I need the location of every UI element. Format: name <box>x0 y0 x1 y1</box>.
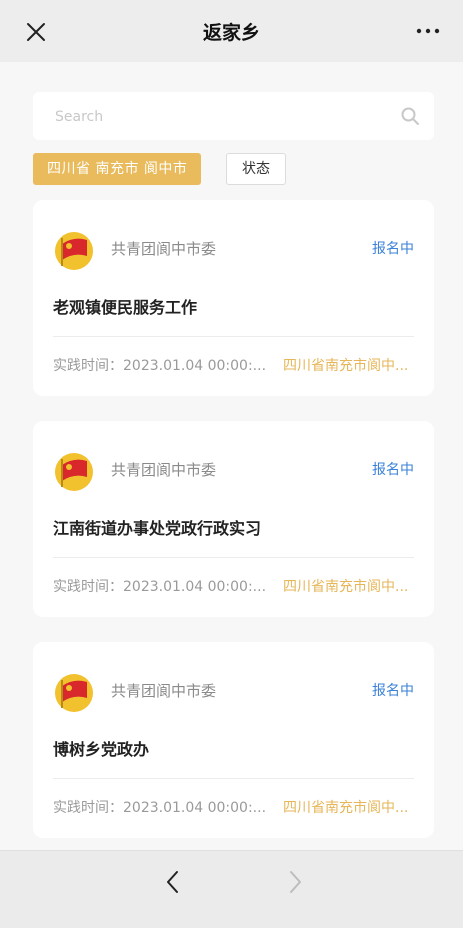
practice-time: 实践时间：2023.01.04 00:00:... <box>53 579 267 595</box>
youth-league-logo-icon <box>55 453 93 491</box>
youth-league-logo-icon <box>55 674 93 712</box>
organization-name: 共青团阆中市委 <box>111 240 217 258</box>
page-title: 返家乡 <box>202 22 260 44</box>
practice-time: 实践时间：2023.01.04 00:00:... <box>53 358 267 374</box>
status-badge: 报名中 <box>372 241 414 257</box>
activity-location: 四川省南充市阆中... <box>283 579 409 595</box>
activity-card[interactable]: 共青团阆中市委 报名中 江南街道办事处党政行政实习 实践时间：2023.01.0… <box>33 421 434 617</box>
youth-league-logo-icon <box>55 232 93 270</box>
activity-location: 四川省南充市阆中... <box>283 800 409 816</box>
activity-location: 四川省南充市阆中... <box>283 358 409 374</box>
chevron-left-icon[interactable] <box>162 869 184 895</box>
organization-name: 共青团阆中市委 <box>111 461 217 479</box>
activity-card[interactable]: 共青团阆中市委 报名中 博树乡党政办 实践时间：2023.01.04 00:00… <box>33 642 434 838</box>
divider <box>53 778 414 779</box>
activity-card[interactable]: 共青团阆中市委 报名中 老观镇便民服务工作 实践时间：2023.01.04 00… <box>33 200 434 396</box>
search-icon[interactable] <box>400 106 420 126</box>
top-bar: 返家乡 <box>0 0 463 62</box>
region-filter-button[interactable]: 四川省 南充市 阆中市 <box>33 153 202 185</box>
divider <box>53 336 414 337</box>
activity-title: 老观镇便民服务工作 <box>53 298 198 317</box>
more-horizontal-icon[interactable] <box>415 24 441 38</box>
status-filter-button[interactable]: 状态 <box>226 153 286 185</box>
bottom-nav-bar <box>0 850 463 928</box>
status-badge: 报名中 <box>372 683 414 699</box>
status-badge: 报名中 <box>372 462 414 478</box>
chevron-right-icon[interactable] <box>284 869 306 895</box>
search-bar <box>33 92 434 140</box>
activity-title: 博树乡党政办 <box>53 740 150 759</box>
divider <box>53 557 414 558</box>
activity-title: 江南街道办事处党政行政实习 <box>53 519 262 538</box>
search-input[interactable] <box>53 102 387 132</box>
organization-name: 共青团阆中市委 <box>111 682 217 700</box>
practice-time: 实践时间：2023.01.04 00:00:... <box>53 800 267 816</box>
